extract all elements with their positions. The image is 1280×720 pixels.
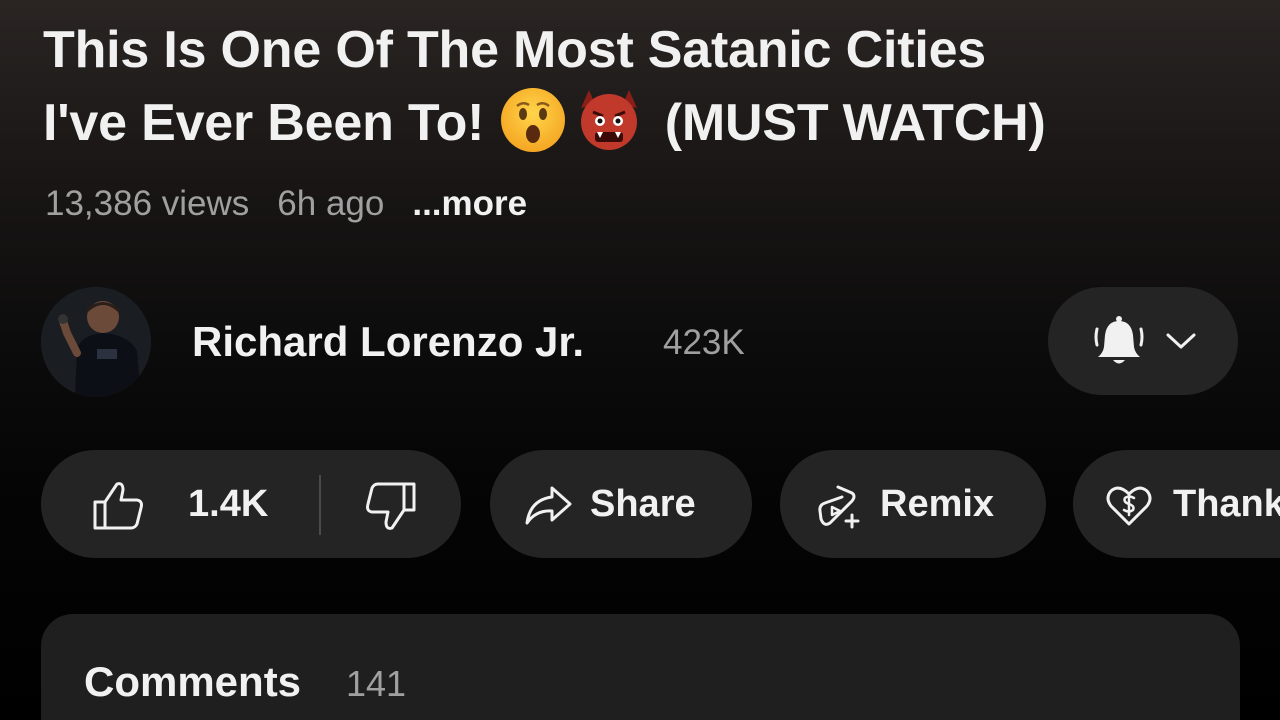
thanks-label: Thanks bbox=[1173, 483, 1280, 525]
chevron-down-icon bbox=[1166, 333, 1196, 349]
channel-row: Richard Lorenzo Jr. 423K bbox=[41, 287, 1241, 397]
action-bar: 1.4K Share Remix Thanks bbox=[41, 450, 1280, 558]
video-meta[interactable]: 13,386 views 6h ago ...more bbox=[45, 182, 527, 226]
video-title[interactable]: This Is One Of The Most Satanic Cities I… bbox=[43, 14, 1243, 159]
view-count: 13,386 views bbox=[45, 184, 250, 223]
channel-avatar[interactable] bbox=[41, 287, 151, 397]
share-label: Share bbox=[590, 483, 696, 525]
like-divider bbox=[319, 475, 321, 535]
remix-button[interactable]: Remix bbox=[780, 450, 1046, 558]
like-count[interactable]: 1.4K bbox=[188, 482, 268, 526]
remix-label: Remix bbox=[880, 483, 995, 525]
hushed-face-emoji bbox=[500, 88, 565, 152]
comments-section[interactable]: Comments 141 bbox=[41, 614, 1240, 720]
upload-age: 6h ago bbox=[277, 184, 385, 223]
share-arrow-icon bbox=[525, 486, 572, 525]
notification-bell-button[interactable] bbox=[1048, 287, 1238, 395]
channel-name[interactable]: Richard Lorenzo Jr. bbox=[192, 317, 584, 367]
thumbs-up-icon[interactable] bbox=[91, 478, 145, 532]
thanks-button[interactable]: Thanks bbox=[1073, 450, 1280, 558]
subscriber-count: 423K bbox=[663, 323, 745, 362]
video-title-line2: I've Ever Been To! bbox=[43, 94, 485, 152]
ogre-emoji bbox=[580, 90, 637, 150]
bell-icon bbox=[1094, 316, 1144, 364]
video-title-suffix: (MUST WATCH) bbox=[650, 94, 1046, 152]
avatar-photo bbox=[41, 287, 151, 397]
comments-count: 141 bbox=[346, 663, 407, 704]
thanks-heart-icon bbox=[1106, 486, 1152, 526]
video-title-line1: This Is One Of The Most Satanic Cities bbox=[43, 21, 987, 79]
more-link[interactable]: ...more bbox=[412, 184, 527, 223]
remix-icon bbox=[818, 485, 860, 529]
like-dislike-group: 1.4K bbox=[41, 450, 461, 558]
share-button[interactable]: Share bbox=[490, 450, 752, 558]
thumbs-down-icon[interactable] bbox=[364, 480, 418, 534]
comments-label: Comments bbox=[84, 658, 302, 705]
